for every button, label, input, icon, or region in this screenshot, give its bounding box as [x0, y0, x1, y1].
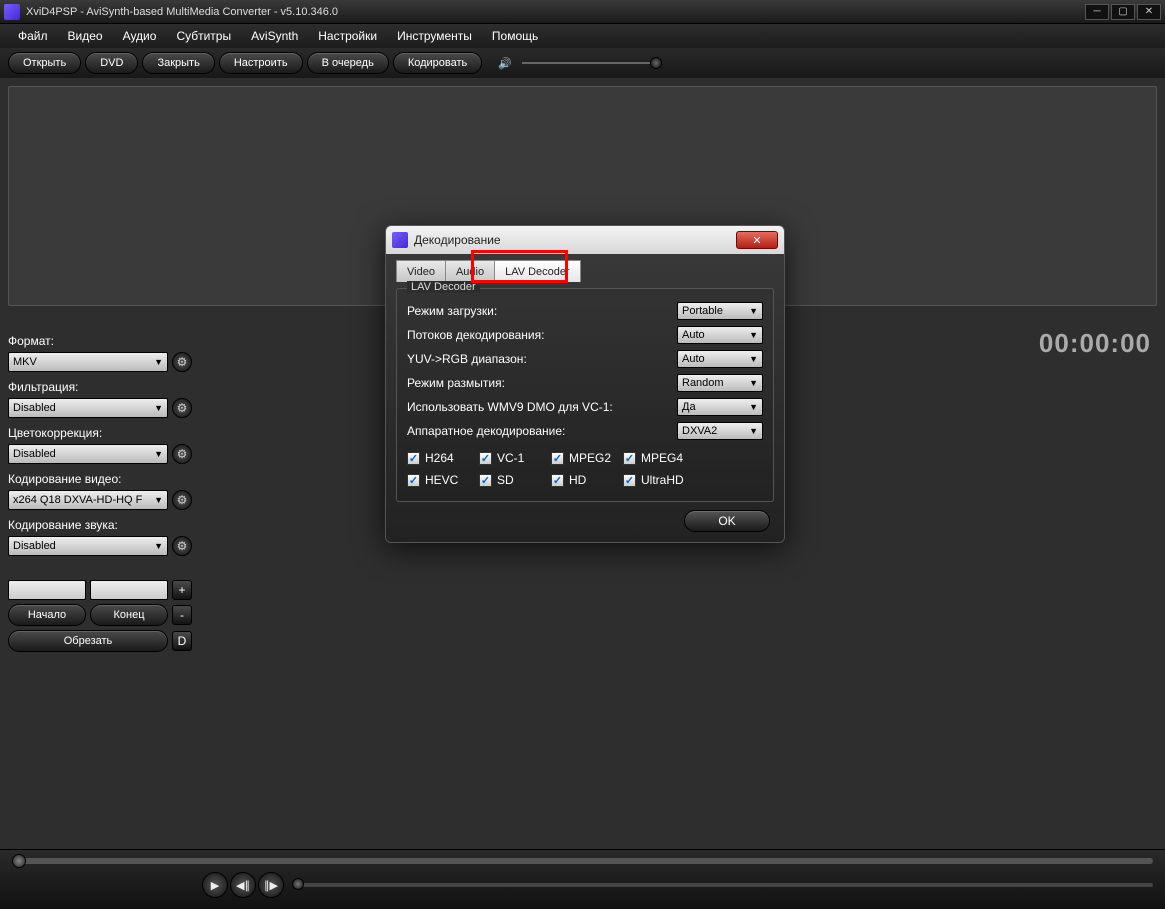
dvd-button[interactable]: DVD	[85, 52, 138, 74]
venc-label: Кодирование видео:	[8, 472, 192, 486]
filter-select[interactable]: Disabled▼	[8, 398, 168, 418]
color-gear-icon[interactable]: ⚙	[172, 444, 192, 464]
window-title: XviD4PSP - AviSynth-based MultiMedia Con…	[26, 6, 338, 18]
tab-audio[interactable]: Audio	[445, 260, 495, 282]
encode-button[interactable]: Кодировать	[393, 52, 482, 74]
menubar: Файл Видео Аудио Субтитры AviSynth Настр…	[0, 24, 1165, 48]
aenc-select[interactable]: Disabled▼	[8, 536, 168, 556]
yuvrgb-select[interactable]: Auto▼	[677, 350, 763, 368]
minimize-button[interactable]: ─	[1085, 4, 1109, 20]
check-h264[interactable]: ✓H264	[407, 447, 479, 469]
ok-button[interactable]: OK	[684, 510, 770, 532]
trim-start-input[interactable]	[8, 580, 86, 600]
trim-button[interactable]: Обрезать	[8, 630, 168, 652]
seek-mini-thumb[interactable]	[292, 878, 304, 890]
aenc-gear-icon[interactable]: ⚙	[172, 536, 192, 556]
menu-help[interactable]: Помощь	[482, 29, 548, 43]
venc-select[interactable]: x264 Q18 DXVA-HD-HQ Film▼	[8, 490, 168, 510]
app-icon	[4, 4, 20, 20]
menu-avisynth[interactable]: AviSynth	[241, 29, 308, 43]
menu-video[interactable]: Видео	[58, 29, 113, 43]
seek-bar[interactable]	[12, 858, 1153, 864]
yuvrgb-label: YUV->RGB диапазон:	[407, 352, 677, 366]
frame-back-button[interactable]: ◀∥	[230, 872, 256, 898]
menu-subtitles[interactable]: Субтитры	[166, 29, 241, 43]
add-region-button[interactable]: +	[172, 580, 192, 600]
color-label: Цветокоррекция:	[8, 426, 192, 440]
trim-end-input[interactable]	[90, 580, 168, 600]
menu-audio[interactable]: Аудио	[113, 29, 167, 43]
dialog-app-icon	[392, 232, 408, 248]
maximize-button[interactable]: ▢	[1111, 4, 1135, 20]
lav-decoder-group: LAV Decoder Режим загрузки:Portable▼ Пот…	[396, 288, 774, 502]
timecode: 00:00:00	[1039, 328, 1151, 359]
close-file-button[interactable]: Закрыть	[142, 52, 214, 74]
format-gear-icon[interactable]: ⚙	[172, 352, 192, 372]
seek-mini[interactable]	[292, 883, 1153, 887]
group-title: LAV Decoder	[407, 281, 480, 293]
filter-gear-icon[interactable]: ⚙	[172, 398, 192, 418]
dialog-title: Декодирование	[414, 233, 501, 247]
hwdec-label: Аппаратное декодирование:	[407, 424, 677, 438]
playback-bar: ▶ ◀∥ ∥▶	[0, 849, 1165, 909]
check-vc1[interactable]: ✓VC-1	[479, 447, 551, 469]
end-button[interactable]: Конец	[90, 604, 168, 626]
check-mpeg4[interactable]: ✓MPEG4	[623, 447, 695, 469]
check-mpeg2[interactable]: ✓MPEG2	[551, 447, 623, 469]
dialog-tabs: Video Audio LAV Decoder	[396, 260, 774, 282]
volume-icon: 🔊	[498, 57, 512, 70]
check-sd[interactable]: ✓SD	[479, 469, 551, 491]
sidebar: Формат: MKV▼ ⚙ Фильтрация: Disabled▼ ⚙ Ц…	[0, 330, 200, 652]
volume-thumb[interactable]	[650, 57, 662, 69]
menu-settings[interactable]: Настройки	[308, 29, 387, 43]
d-button[interactable]: D	[172, 631, 192, 651]
close-button[interactable]: ✕	[1137, 4, 1161, 20]
load-mode-label: Режим загрузки:	[407, 304, 677, 318]
titlebar: XviD4PSP - AviSynth-based MultiMedia Con…	[0, 0, 1165, 24]
color-select[interactable]: Disabled▼	[8, 444, 168, 464]
wmv9-label: Использовать WMV9 DMO для VC-1:	[407, 400, 677, 414]
threads-select[interactable]: Auto▼	[677, 326, 763, 344]
tab-video[interactable]: Video	[396, 260, 446, 282]
open-button[interactable]: Открыть	[8, 52, 81, 74]
remove-region-button[interactable]: -	[172, 605, 192, 625]
venc-gear-icon[interactable]: ⚙	[172, 490, 192, 510]
check-hd[interactable]: ✓HD	[551, 469, 623, 491]
format-select[interactable]: MKV▼	[8, 352, 168, 372]
check-hevc[interactable]: ✓HEVC	[407, 469, 479, 491]
start-button[interactable]: Начало	[8, 604, 86, 626]
format-label: Формат:	[8, 334, 192, 348]
load-mode-select[interactable]: Portable▼	[677, 302, 763, 320]
check-ultrahd[interactable]: ✓UltraHD	[623, 469, 695, 491]
menu-file[interactable]: Файл	[8, 29, 58, 43]
dialog-titlebar: Декодирование ✕	[386, 226, 784, 254]
wmv9-select[interactable]: Да▼	[677, 398, 763, 416]
frame-forward-button[interactable]: ∥▶	[258, 872, 284, 898]
queue-button[interactable]: В очередь	[307, 52, 389, 74]
hwdec-select[interactable]: DXVA2▼	[677, 422, 763, 440]
seek-thumb[interactable]	[12, 854, 26, 868]
decoding-dialog: Декодирование ✕ Video Audio LAV Decoder …	[385, 225, 785, 543]
codec-checks: ✓H264 ✓VC-1 ✓MPEG2 ✓MPEG4 ✓HEVC ✓SD ✓HD …	[407, 447, 763, 491]
tab-lav-decoder[interactable]: LAV Decoder	[494, 260, 581, 282]
dialog-close-button[interactable]: ✕	[736, 231, 778, 249]
configure-button[interactable]: Настроить	[219, 52, 303, 74]
filter-label: Фильтрация:	[8, 380, 192, 394]
volume-slider[interactable]	[522, 62, 662, 64]
dither-label: Режим размытия:	[407, 376, 677, 390]
dither-select[interactable]: Random▼	[677, 374, 763, 392]
toolbar: Открыть DVD Закрыть Настроить В очередь …	[0, 48, 1165, 78]
threads-label: Потоков декодирования:	[407, 328, 677, 342]
play-button[interactable]: ▶	[202, 872, 228, 898]
menu-tools[interactable]: Инструменты	[387, 29, 482, 43]
aenc-label: Кодирование звука:	[8, 518, 192, 532]
